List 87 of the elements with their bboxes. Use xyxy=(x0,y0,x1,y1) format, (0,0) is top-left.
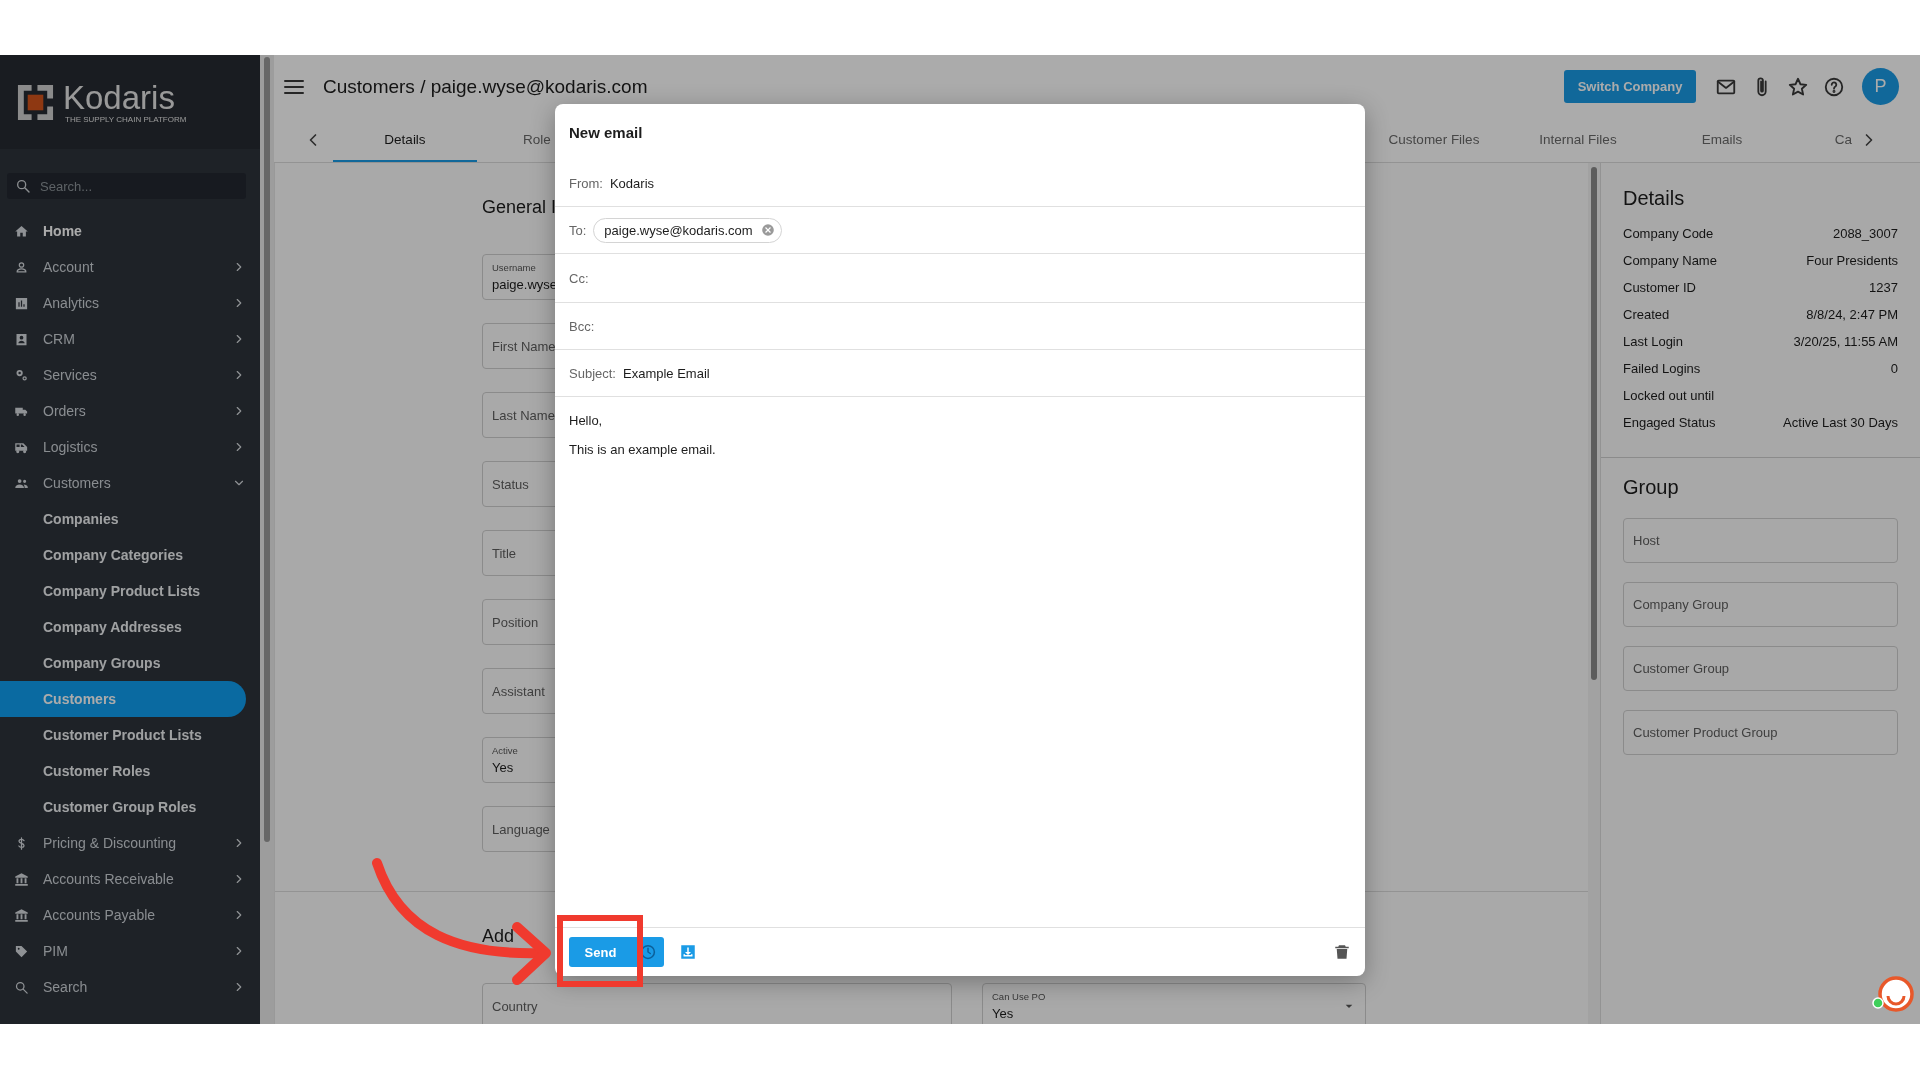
detail-value: Active Last 30 Days xyxy=(1783,415,1898,430)
input-field[interactable]: Host xyxy=(1623,518,1898,563)
dialog-title: New email xyxy=(568,122,644,143)
detail-value: 0 xyxy=(1890,361,1898,376)
nav-item[interactable]: Accounts Receivable xyxy=(0,861,260,897)
search-field[interactable]: Search... xyxy=(7,173,246,199)
nav-subitem[interactable]: Companies xyxy=(0,501,246,537)
nav-item[interactable]: PIM xyxy=(0,933,260,969)
nav-subitem[interactable]: Company Groups xyxy=(0,645,246,681)
search-icon xyxy=(14,979,29,995)
sidebar-scrollbar[interactable] xyxy=(260,55,274,1024)
detail-label: Failed Logins xyxy=(1623,361,1701,376)
nav-item[interactable]: Customers xyxy=(0,465,260,501)
panel-heading: Details xyxy=(1623,186,1686,210)
nav-item[interactable]: Orders xyxy=(0,393,260,429)
detail-label: Company Name xyxy=(1623,253,1717,268)
nav-item[interactable]: Account xyxy=(0,249,260,285)
tab[interactable]: Ca xyxy=(1794,118,1852,162)
nav-subitem[interactable]: Company Addresses xyxy=(0,609,246,645)
field-label: Cc: xyxy=(569,270,589,286)
detail-label: Company Code xyxy=(1623,226,1714,241)
nav-item[interactable]: Pricing & Discounting xyxy=(0,825,260,861)
input-field[interactable]: Customer Product Group xyxy=(1623,710,1898,755)
remove-icon[interactable] xyxy=(760,223,775,237)
field-label: From: xyxy=(569,175,603,191)
contact-card-icon xyxy=(14,331,29,347)
save-icon[interactable] xyxy=(679,943,697,961)
detail-label: Last Login xyxy=(1623,334,1683,349)
field-label: Subject: xyxy=(569,365,616,381)
panel-heading: Group xyxy=(1623,475,1680,499)
nav-item[interactable]: Home xyxy=(0,213,260,249)
detail-label: Created xyxy=(1623,307,1670,322)
trash-icon[interactable] xyxy=(1333,943,1351,961)
help-icon[interactable] xyxy=(1823,75,1845,98)
detail-value: 1237 xyxy=(1869,280,1898,295)
detail-value: 8/8/24, 2:47 PM xyxy=(1806,307,1898,322)
tab[interactable]: Customer Files xyxy=(1362,118,1506,162)
tab[interactable]: Internal Files xyxy=(1506,118,1650,162)
nav-item[interactable]: CRM xyxy=(0,321,260,357)
detail-value: Four Presidents xyxy=(1806,253,1898,268)
detail-value: 3/20/25, 11:55 AM xyxy=(1793,334,1898,349)
field-label: To: xyxy=(569,222,587,238)
subject-value: Example Email xyxy=(623,365,710,381)
tab[interactable]: Details xyxy=(333,118,477,162)
tag-icon xyxy=(14,943,29,959)
detail-label: Customer ID xyxy=(1623,280,1696,295)
nav-item[interactable]: Accounts Payable xyxy=(0,897,260,933)
nav-subitem[interactable]: Customer Product Lists xyxy=(0,717,246,753)
bank-icon xyxy=(14,871,29,887)
switch-company-button[interactable]: Switch Company xyxy=(1564,70,1696,103)
search-icon xyxy=(15,178,31,194)
nav-subitem[interactable]: Customers xyxy=(0,681,246,717)
input-field[interactable]: Customer Group xyxy=(1623,646,1898,691)
bank-icon xyxy=(14,907,29,923)
nav-item[interactable]: Search xyxy=(0,969,260,1005)
section-heading: Add xyxy=(482,925,516,947)
field-label: Bcc: xyxy=(569,318,595,334)
star-icon[interactable] xyxy=(1787,75,1809,98)
nav-subitem[interactable]: Company Categories xyxy=(0,537,246,573)
logo-name: Kodaris xyxy=(63,80,176,115)
section-heading: General I xyxy=(482,196,558,218)
nav-item[interactable]: Analytics xyxy=(0,285,260,321)
gears-icon xyxy=(14,367,29,383)
logo-tagline: THE SUPPLY CHAIN PLATFORM xyxy=(65,114,187,124)
nav-subitem[interactable]: Customer Roles xyxy=(0,753,246,789)
input-field[interactable]: Company Group xyxy=(1623,582,1898,627)
scrollbar[interactable] xyxy=(1588,163,1600,1024)
nav-subitem[interactable]: Company Product Lists xyxy=(0,573,246,609)
message-text: Hello, xyxy=(569,413,604,428)
person-icon xyxy=(14,259,29,275)
input-field[interactable]: Country xyxy=(482,983,952,1024)
send-button[interactable]: Send xyxy=(569,937,632,967)
nav-item[interactable]: Services xyxy=(0,357,260,393)
detail-value: 2088_3007 xyxy=(1832,226,1898,241)
select-field[interactable]: Can Use PO Yes xyxy=(982,983,1366,1024)
nav-subitem[interactable]: Customer Group Roles xyxy=(0,789,246,825)
home-icon xyxy=(14,223,29,239)
page-title: Customers / paige.wyse@kodaris.com xyxy=(323,75,648,98)
tab[interactable]: Emails xyxy=(1650,118,1794,162)
avatar[interactable]: P xyxy=(1862,68,1899,105)
detail-label: Engaged Status xyxy=(1623,415,1716,430)
detail-label: Locked out until xyxy=(1623,388,1715,403)
from-value: Kodaris xyxy=(609,175,655,191)
logo-icon xyxy=(16,82,55,122)
chart-icon xyxy=(14,295,29,311)
nav-item[interactable]: Logistics xyxy=(0,429,260,465)
message-text: This is an example email. xyxy=(569,442,717,457)
